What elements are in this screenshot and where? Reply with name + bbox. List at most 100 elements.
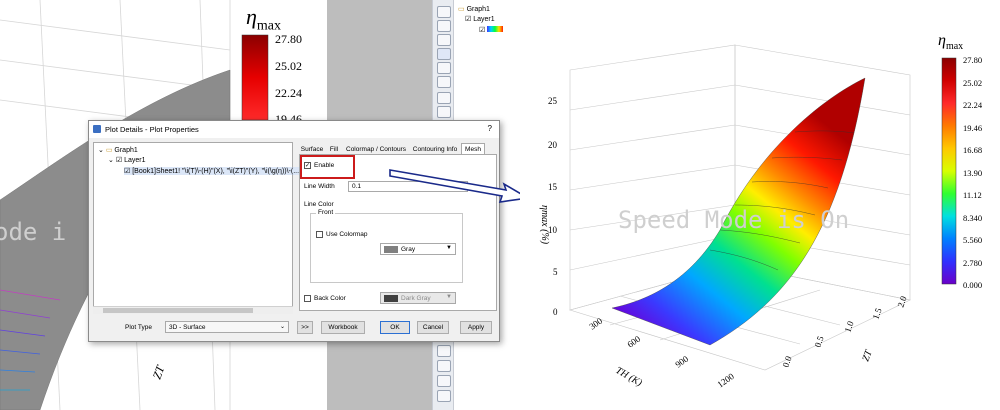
right-colorbar — [941, 57, 957, 285]
line-color-label: Line Color — [304, 201, 334, 208]
colormap-icon — [487, 26, 504, 32]
right-colorbar-title: ηmax — [938, 32, 963, 52]
tree-item-graph[interactable]: ⌄ ▭ Graph1 — [98, 146, 138, 154]
z-tick: 5 — [553, 267, 558, 277]
scrollbar-thumb[interactable] — [103, 308, 253, 313]
right-colorbar-title-main: η — [938, 32, 946, 49]
toolbar-button[interactable] — [437, 360, 451, 372]
checkbox-icon: ☑ — [115, 157, 123, 164]
toolbar-button[interactable] — [437, 34, 451, 46]
object-manager-layer[interactable]: ☑ Layer1 — [465, 15, 495, 23]
toolbar-button[interactable] — [437, 48, 451, 60]
object-manager: ▭ Graph1 ☑ Layer1 ☑ — [455, 0, 505, 40]
checkbox-icon: ☑ — [465, 16, 472, 23]
line-width-label: Line Width — [304, 183, 335, 190]
apply-button[interactable]: Apply — [460, 321, 492, 334]
y-tick: 1.5 — [870, 306, 883, 320]
tree-item-layer[interactable]: ⌄ ☑ Layer1 — [108, 156, 145, 164]
back-color-name: Dark Gray — [401, 295, 431, 302]
back-color-label: Back Color — [314, 295, 346, 302]
use-colormap-checkbox[interactable] — [316, 231, 323, 238]
x-tick: 900 — [673, 353, 690, 369]
toolbar-button[interactable] — [437, 345, 451, 357]
left-axis-label: ZT — [150, 362, 168, 381]
left-colorbar-title-sub: max — [256, 18, 282, 34]
tree-item-plot-label: [Book1]Sheet1! "\i(T)\-(H)"(X), "\i(ZT)"… — [132, 168, 300, 175]
tree-item-plot[interactable]: ☑ [Book1]Sheet1! "\i(T)\-(H)"(X), "\i(ZT… — [124, 167, 300, 175]
tree-horizontal-scrollbar[interactable] — [93, 306, 293, 314]
chevron-down-icon: ⌄ — [98, 147, 104, 154]
back-color-swatch — [384, 295, 398, 302]
expand-button[interactable]: >> — [297, 321, 313, 334]
left-cb-tick: 25.02 — [275, 59, 302, 73]
cb-tick: 19.46 — [963, 123, 982, 133]
folder-icon: ▭ — [105, 147, 113, 154]
y-tick: 2.0 — [895, 294, 908, 308]
front-color-name: Gray — [401, 246, 416, 253]
chevron-down-icon: ⌄ — [279, 324, 285, 330]
y-tick: 0.5 — [812, 334, 825, 348]
right-colorbar-title-sub: max — [945, 41, 964, 53]
y-axis-ticks: 0.0 0.5 1.0 1.5 2.0 — [780, 294, 908, 368]
toolbar-button[interactable] — [437, 62, 451, 74]
toolbar-button[interactable] — [437, 76, 451, 88]
toolbar-button[interactable] — [437, 20, 451, 32]
left-colorbar-ticks: 27.80 25.02 22.24 19.46 — [275, 32, 302, 126]
z-tick: 15 — [548, 182, 558, 192]
toolbar-button[interactable] — [437, 390, 451, 402]
app-icon — [93, 125, 101, 133]
plot-tree: ⌄ ▭ Graph1 ⌄ ☑ Layer1 ☑ [Book1]Sheet1! "… — [93, 142, 300, 314]
back-color-dropdown[interactable]: Dark Gray ▼ — [380, 292, 456, 304]
help-button[interactable]: ? — [488, 124, 492, 133]
front-color-dropdown[interactable]: Gray ▼ — [380, 243, 456, 255]
folder-icon: ▭ — [458, 6, 465, 13]
right-colorbar-ticks: 27.80 25.02 22.24 19.46 16.68 13.90 11.1… — [963, 55, 983, 290]
chevron-down-icon: ⌄ — [108, 157, 114, 164]
checkbox-icon: ☑ — [124, 168, 131, 175]
y-tick: 0.0 — [780, 354, 793, 368]
toolbar-button[interactable] — [437, 92, 451, 104]
tree-item-layer-label: Layer1 — [124, 157, 146, 164]
front-color-swatch — [384, 246, 398, 253]
plot-details-dialog: Plot Details - Plot Properties ? ⌄ ▭ Gra… — [88, 120, 500, 342]
tree-item-graph-label: Graph1 — [114, 147, 138, 154]
dialog-title: Plot Details - Plot Properties — [105, 125, 199, 134]
left-colorbar-title-main: η — [246, 4, 257, 29]
y-axis-label: ZT — [860, 347, 875, 363]
cb-tick: 2.780 — [963, 258, 982, 268]
x-tick: 600 — [625, 333, 642, 349]
right-chart-canvas: Speed Mode is On 25 20 15 10 5 0 ηmax (%… — [539, 44, 983, 390]
cb-tick: 0.000 — [963, 280, 982, 290]
z-tick: 25 — [548, 96, 558, 106]
x-tick: 1200 — [715, 371, 736, 390]
cb-tick: 13.90 — [963, 168, 982, 178]
annotation-arrow-icon — [389, 169, 531, 203]
dialog-title-bar[interactable]: Plot Details - Plot Properties ? — [89, 121, 499, 138]
y-tick: 1.0 — [842, 319, 855, 333]
left-watermark: ode i — [0, 218, 66, 246]
toolbar-button[interactable] — [437, 106, 451, 118]
ok-button[interactable]: OK — [380, 321, 410, 334]
right-3d-chart: Speed Mode is On 25 20 15 10 5 0 ηmax (%… — [520, 0, 1000, 410]
toolbar-button[interactable] — [437, 375, 451, 387]
object-manager-graph[interactable]: ▭ Graph1 — [458, 5, 490, 13]
plot-type-value: 3D - Surface — [169, 324, 206, 331]
cb-tick: 16.68 — [963, 145, 982, 155]
front-label: Front — [316, 209, 336, 216]
dropdown-arrow-icon: ▼ — [446, 245, 452, 251]
cancel-button[interactable]: Cancel — [417, 321, 449, 334]
right-watermark: Speed Mode is On — [618, 206, 849, 234]
left-cb-tick: 22.24 — [275, 86, 302, 100]
object-manager-plot[interactable]: ☑ — [479, 26, 504, 34]
plot-type-dropdown[interactable]: 3D - Surface ⌄ — [165, 321, 289, 333]
z-axis-label: ηmax (%) — [539, 205, 550, 245]
back-color-checkbox[interactable] — [304, 295, 311, 302]
cb-tick: 5.560 — [963, 235, 982, 245]
workbook-button[interactable]: Workbook — [321, 321, 365, 334]
object-manager-graph-label: Graph1 — [466, 6, 490, 13]
toolbar-button[interactable] — [437, 6, 451, 18]
plot-type-label: Plot Type — [125, 324, 152, 331]
cb-tick: 25.02 — [963, 78, 982, 88]
cb-tick: 11.12 — [963, 190, 982, 200]
cb-tick: 27.80 — [963, 55, 982, 65]
